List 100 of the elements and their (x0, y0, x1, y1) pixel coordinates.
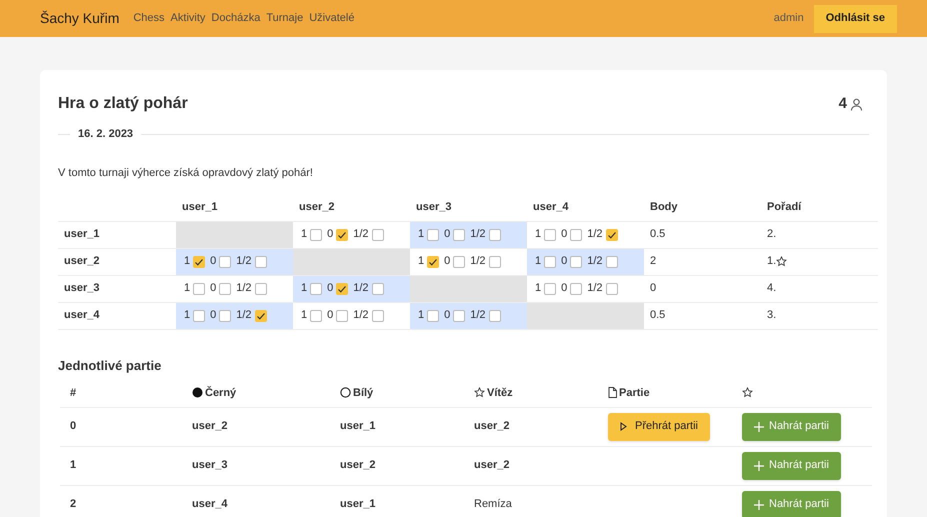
option-label: 0 (444, 227, 450, 242)
checkbox[interactable] (544, 256, 556, 268)
player-name: user_3 (64, 282, 100, 294)
option-label: 1/2 (587, 281, 603, 296)
option-label: 0 (210, 281, 216, 296)
option-label: 0 (561, 227, 568, 242)
checkbox[interactable] (336, 228, 348, 240)
column-header: # (70, 386, 76, 400)
checkbox[interactable] (254, 310, 267, 322)
checkbox[interactable] (193, 310, 206, 322)
player-name: user_2 (192, 420, 228, 432)
upload-button[interactable]: Nahrát partii (742, 412, 841, 440)
column-header: Černý (205, 385, 236, 400)
plus-icon (754, 460, 764, 470)
person-icon (850, 98, 863, 110)
option-label: 1/2 (587, 227, 603, 242)
checkbox[interactable] (570, 256, 582, 268)
option-label: 1 (184, 308, 190, 324)
checkbox[interactable] (219, 256, 232, 268)
replay-button[interactable]: Přehrát partii (608, 412, 710, 440)
star-icon (474, 387, 485, 398)
checkbox[interactable] (570, 228, 582, 240)
upload-button[interactable]: Nahrát partii (742, 490, 841, 517)
checkbox[interactable] (310, 310, 322, 322)
game-result: user_2 (474, 459, 510, 472)
checkbox[interactable] (488, 310, 501, 322)
option-label: 1 (184, 281, 190, 296)
checkbox[interactable] (427, 256, 440, 268)
checkbox[interactable] (219, 310, 232, 322)
checkbox[interactable] (606, 256, 618, 268)
player-name: user_3 (192, 459, 228, 472)
option-label: 0 (561, 254, 568, 270)
checkbox[interactable] (193, 282, 206, 294)
rank: 1. (767, 254, 776, 270)
checkbox[interactable] (570, 282, 582, 294)
points: 0.5 (650, 309, 666, 322)
option-label: 1/2 (353, 227, 369, 242)
option-label: 1/2 (587, 254, 603, 270)
checkbox[interactable] (544, 282, 556, 294)
checkbox[interactable] (310, 282, 322, 294)
nav-link[interactable]: Uživatelé (309, 10, 354, 27)
checkbox[interactable] (254, 256, 267, 268)
nav-link[interactable]: Docházka (211, 10, 260, 27)
checkbox[interactable] (488, 228, 501, 240)
checkbox[interactable] (427, 310, 440, 322)
circle-icon (340, 387, 351, 398)
plus-icon (754, 422, 764, 432)
checkbox[interactable] (336, 310, 348, 322)
option-label: 1/2 (353, 308, 369, 324)
checkbox[interactable] (219, 282, 232, 294)
brand-link[interactable]: Šachy Kuřim (40, 8, 120, 29)
checkbox[interactable] (488, 256, 501, 268)
nav-link[interactable]: Aktivity (170, 10, 206, 27)
checkbox[interactable] (336, 282, 348, 294)
checkbox[interactable] (606, 228, 618, 240)
option-label: 1 (184, 254, 190, 270)
option-label: 1/2 (236, 308, 252, 324)
option-label: 1/2 (470, 254, 486, 270)
player-count: 4 (838, 94, 847, 114)
checkbox[interactable] (254, 282, 267, 294)
column-header: Bílý (353, 386, 374, 400)
game-result: Remíza (474, 498, 512, 510)
checkbox[interactable] (544, 228, 556, 240)
checkbox[interactable] (453, 228, 466, 240)
option-label: 1/2 (353, 281, 369, 296)
column-header: Vítěz (487, 386, 513, 400)
checkbox[interactable] (372, 282, 384, 294)
tournament-title: Hra o zlatý pohár (58, 94, 188, 114)
checkbox[interactable] (427, 228, 440, 240)
player-name: user_2 (64, 255, 100, 268)
nav-link[interactable]: Chess (133, 10, 165, 27)
checkbox[interactable] (372, 310, 384, 322)
player-name: user_1 (340, 498, 376, 510)
option-label: 1 (535, 281, 542, 296)
checkbox[interactable] (453, 310, 466, 322)
points: 2 (650, 255, 656, 268)
option-label: 1/2 (470, 227, 486, 242)
option-label: 0 (444, 254, 450, 270)
checkbox[interactable] (310, 228, 322, 240)
game-result: user_2 (474, 420, 510, 432)
column-header: user_4 (533, 200, 568, 212)
option-label: 1 (418, 254, 424, 270)
option-label: 0 (327, 227, 334, 242)
option-label: 0 (210, 308, 216, 324)
checkbox[interactable] (453, 256, 466, 268)
upload-button[interactable]: Nahrát partii (742, 452, 841, 480)
column-header: Partie (619, 386, 650, 400)
checkbox[interactable] (193, 256, 206, 268)
option-label: 1 (301, 227, 308, 242)
option-label: 1 (535, 227, 542, 242)
option-label: 1 (418, 308, 424, 324)
checkbox[interactable] (372, 228, 384, 240)
logout-button[interactable]: Odhlásit se (814, 4, 897, 32)
column-header: Body (650, 200, 678, 212)
star-icon (742, 387, 753, 398)
section-title: Jednotlivé partie (58, 356, 162, 375)
nav-link[interactable]: Turnaje (266, 10, 304, 27)
checkbox[interactable] (606, 282, 618, 294)
plus-icon (754, 500, 764, 510)
points: 0.5 (650, 228, 666, 240)
